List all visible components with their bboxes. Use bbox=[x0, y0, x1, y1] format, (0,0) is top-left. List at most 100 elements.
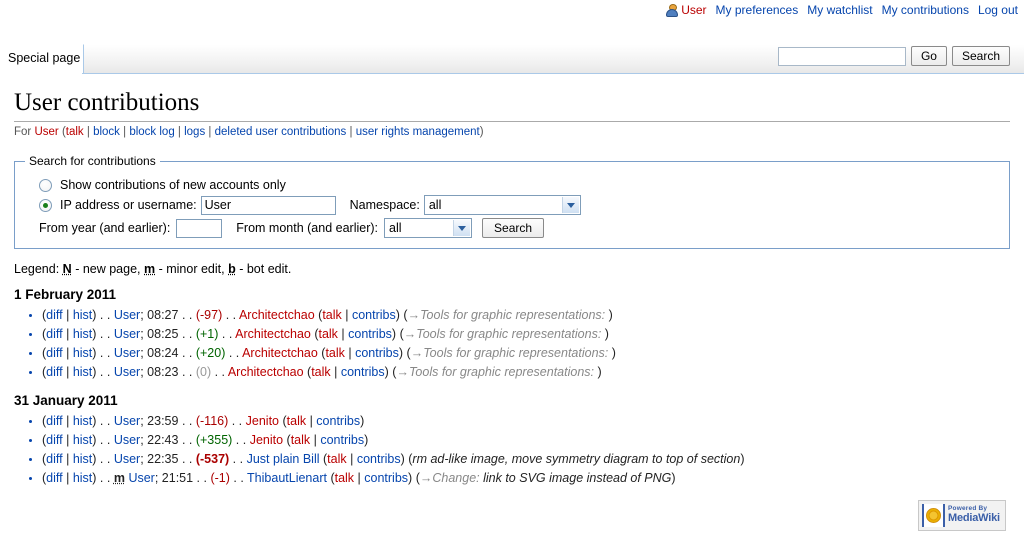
user-contribs-link[interactable]: contribs bbox=[348, 327, 392, 341]
user-talk-link[interactable]: talk bbox=[291, 433, 310, 447]
user-contribs-link[interactable]: contribs bbox=[316, 414, 360, 428]
page-link[interactable]: User bbox=[114, 346, 140, 360]
powered-by-mediawiki-badge[interactable]: Powered By MediaWiki bbox=[918, 500, 1006, 531]
from-year-input[interactable] bbox=[176, 218, 223, 238]
user-link[interactable]: Architectchao bbox=[235, 327, 311, 341]
pipe-separator: | bbox=[341, 308, 352, 322]
close-paren: ) bbox=[92, 327, 100, 341]
label-from-year: From year (and earlier): bbox=[39, 221, 171, 235]
user-link[interactable]: ThibautLienart bbox=[247, 471, 327, 485]
hist-link[interactable]: hist bbox=[73, 365, 92, 379]
search-button[interactable]: Search bbox=[951, 46, 1010, 66]
section-arrow-icon: → bbox=[403, 327, 417, 341]
user-talk-link[interactable]: talk bbox=[325, 346, 344, 360]
user-link[interactable]: Just plain Bill bbox=[247, 452, 320, 466]
subtitle-link-logs[interactable]: logs bbox=[184, 126, 205, 138]
subtitle-user-link[interactable]: User bbox=[34, 126, 58, 138]
page-link[interactable]: User bbox=[114, 452, 140, 466]
contributions-group-list: (diff | hist) . . User; 23:59 . . (-116)… bbox=[14, 412, 1010, 488]
hist-link[interactable]: hist bbox=[73, 433, 92, 447]
user-link[interactable]: Architectchao bbox=[242, 346, 318, 360]
pipe-separator: | bbox=[62, 471, 73, 485]
hist-link[interactable]: hist bbox=[73, 327, 92, 341]
diff-link[interactable]: diff bbox=[46, 346, 62, 360]
personal-link-my-contributions[interactable]: My contributions bbox=[882, 3, 969, 17]
size-delta: (+20) bbox=[195, 346, 226, 360]
page-link[interactable]: User bbox=[114, 433, 140, 447]
user-talk-link[interactable]: talk bbox=[287, 414, 306, 428]
pipe-separator: | bbox=[62, 433, 73, 447]
user-talk-link[interactable]: talk bbox=[335, 471, 354, 485]
user-talk-link[interactable]: talk bbox=[322, 308, 341, 322]
tab-special-page[interactable]: Special page bbox=[8, 51, 80, 69]
subtitle-for-text: For bbox=[14, 126, 32, 138]
pipe-separator: | bbox=[62, 308, 73, 322]
user-link[interactable]: Jenito bbox=[250, 433, 283, 447]
page-link[interactable]: User bbox=[114, 308, 140, 322]
subtitle-link-deleted-contributions[interactable]: deleted user contributions bbox=[215, 126, 347, 138]
hist-link[interactable]: hist bbox=[73, 471, 92, 485]
user-link[interactable]: Architectchao bbox=[228, 365, 304, 379]
personal-item-user[interactable]: User bbox=[666, 3, 707, 17]
personal-link-my-preferences[interactable]: My preferences bbox=[716, 3, 799, 17]
pipe-separator: | bbox=[330, 365, 341, 379]
personal-link-user[interactable]: User bbox=[681, 3, 706, 17]
radio-ip-or-username[interactable] bbox=[39, 198, 52, 212]
hist-link[interactable]: hist bbox=[73, 452, 92, 466]
subtitle-link-block-log[interactable]: block log bbox=[129, 126, 174, 138]
hist-link[interactable]: hist bbox=[73, 346, 92, 360]
diff-link[interactable]: diff bbox=[46, 308, 62, 322]
label-ip-or-username: IP address or username: bbox=[60, 198, 197, 212]
close-paren: ) bbox=[92, 346, 100, 360]
row-date-filters: From year (and earlier): From month (and… bbox=[25, 218, 999, 238]
user-contribs-link[interactable]: contribs bbox=[357, 452, 401, 466]
comment-open-paren: ( bbox=[412, 471, 420, 485]
pipe-separator: | bbox=[62, 365, 73, 379]
diff-link[interactable]: diff bbox=[46, 433, 62, 447]
radio-new-accounts-only[interactable] bbox=[39, 178, 52, 192]
diff-link[interactable]: diff bbox=[46, 452, 62, 466]
dot-separator: . . bbox=[181, 308, 196, 322]
auto-comment-text: Tools for graphic representations: bbox=[416, 327, 602, 341]
timestamp: ; 08:24 bbox=[140, 346, 182, 360]
diff-link[interactable]: diff bbox=[46, 327, 62, 341]
user-link[interactable]: Jenito bbox=[246, 414, 279, 428]
diff-link[interactable]: diff bbox=[46, 365, 62, 379]
user-talk-link[interactable]: talk bbox=[318, 327, 337, 341]
namespace-select-value: all bbox=[428, 198, 442, 212]
page-link[interactable]: User bbox=[114, 365, 140, 379]
personal-link-my-watchlist[interactable]: My watchlist bbox=[807, 3, 872, 17]
user-contribs-link[interactable]: contribs bbox=[352, 308, 396, 322]
go-button[interactable]: Go bbox=[910, 46, 947, 66]
diff-link[interactable]: diff bbox=[46, 471, 62, 485]
hist-link[interactable]: hist bbox=[73, 414, 92, 428]
user-contribs-link[interactable]: contribs bbox=[364, 471, 408, 485]
dot-separator: . . bbox=[229, 471, 248, 485]
namespace-select[interactable]: all bbox=[423, 195, 581, 215]
diff-link[interactable]: diff bbox=[46, 414, 62, 428]
page-link[interactable]: User bbox=[128, 471, 154, 485]
size-delta: (-116) bbox=[195, 414, 229, 428]
powered-by-line2: MediaWiki bbox=[948, 512, 1000, 525]
page-link[interactable]: User bbox=[114, 414, 140, 428]
username-input[interactable] bbox=[200, 195, 336, 215]
personal-link-log-out[interactable]: Log out bbox=[978, 3, 1018, 17]
chevron-down-icon bbox=[453, 220, 471, 236]
pipe-separator: | bbox=[62, 327, 73, 341]
user-contribs-link[interactable]: contribs bbox=[355, 346, 399, 360]
user-contribs-link[interactable]: contribs bbox=[341, 365, 385, 379]
subtitle-link-user-rights[interactable]: user rights management bbox=[356, 126, 480, 138]
from-month-select[interactable]: all bbox=[384, 218, 473, 238]
user-contribs-link[interactable]: contribs bbox=[320, 433, 364, 447]
hist-link[interactable]: hist bbox=[73, 308, 92, 322]
search-input[interactable] bbox=[777, 46, 906, 66]
dot-separator: . . bbox=[99, 414, 114, 428]
contributions-search-button[interactable]: Search bbox=[482, 218, 545, 238]
user-link[interactable]: Architectchao bbox=[239, 308, 315, 322]
page-link[interactable]: User bbox=[114, 327, 140, 341]
subtitle-link-block[interactable]: block bbox=[93, 126, 120, 138]
subtitle-link-talk[interactable]: talk bbox=[66, 126, 84, 138]
dot-separator: . . bbox=[99, 365, 114, 379]
user-talk-link[interactable]: talk bbox=[327, 452, 346, 466]
user-talk-link[interactable]: talk bbox=[311, 365, 330, 379]
